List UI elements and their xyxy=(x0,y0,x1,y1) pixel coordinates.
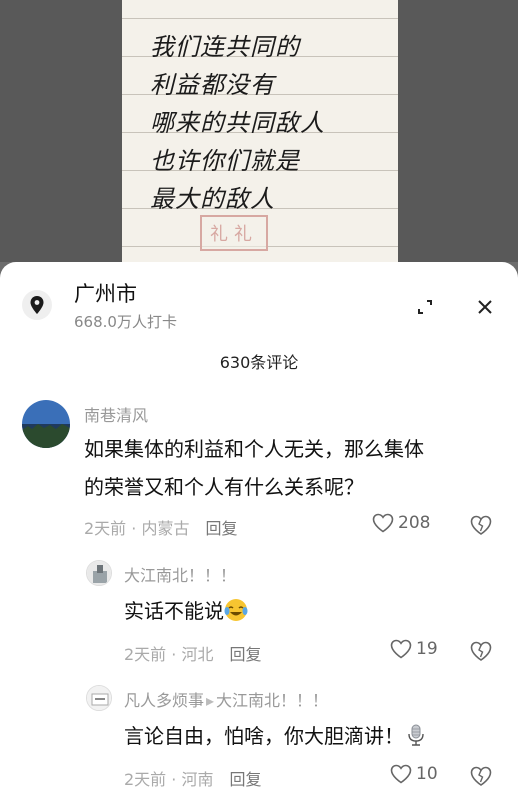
reply-arrow-icon: ▸ xyxy=(206,691,215,710)
comment-region: 河南 xyxy=(181,770,214,789)
note-line: 也许你们就是 xyxy=(150,147,300,175)
comment-time: 2天前 xyxy=(124,645,167,664)
like-count: 208 xyxy=(398,513,431,533)
video-background-image: 我们连共同的 利益都没有 哪来的共同敌人 也许你们就是 最大的敌人 礼礼 xyxy=(0,0,518,262)
broken-heart-icon[interactable] xyxy=(470,640,492,662)
broken-heart-icon[interactable] xyxy=(470,514,492,536)
like-count: 10 xyxy=(416,764,438,784)
handwritten-note: 我们连共同的 利益都没有 哪来的共同敌人 也许你们就是 最大的敌人 xyxy=(150,28,390,218)
comment-meta: 2天前 · 河南 回复 xyxy=(124,770,262,789)
heart-icon xyxy=(390,639,412,659)
microphone-emoji xyxy=(408,724,424,746)
comment-sheet: 广州市 668.0万人打卡 630条评论 南巷清风 如果集体的利益和个人无关，那… xyxy=(0,262,518,800)
like-button[interactable]: 19 xyxy=(390,639,438,659)
comment-username: 凡人多烦事 ▸ 大江南北！！！ xyxy=(124,687,328,711)
close-icon[interactable] xyxy=(472,294,498,320)
comment-region: 河北 xyxy=(181,645,214,664)
heart-icon xyxy=(372,513,394,533)
note-line: 最大的敌人 xyxy=(150,185,275,213)
comment-text: 实话不能说 xyxy=(124,592,248,630)
comment-meta: 2天前 · 河北 回复 xyxy=(124,645,262,664)
comment-username[interactable]: 大江南北！！！ xyxy=(124,562,236,586)
comment-region: 内蒙古 xyxy=(141,519,190,538)
avatar[interactable] xyxy=(86,560,112,586)
location-pin-icon xyxy=(22,290,52,320)
note-line: 我们连共同的 xyxy=(150,33,300,61)
comment-username[interactable]: 南巷清风 xyxy=(84,402,148,426)
avatar[interactable] xyxy=(86,685,112,711)
comment-text: 如果集体的利益和个人无关，那么集体 xyxy=(84,437,424,461)
comment-meta: 2天前 · 内蒙古 回复 xyxy=(84,519,238,538)
comment-text: 言论自由，怕啥，你大胆滴讲！ xyxy=(124,717,428,755)
like-count: 19 xyxy=(416,639,438,659)
reply-comment-item: 大江南北！！！ 实话不能说 2天前 · 河北 回复 19 xyxy=(0,552,518,672)
reply-button[interactable]: 回复 xyxy=(229,645,261,664)
comment-time: 2天前 xyxy=(84,519,127,538)
comment-item: 南巷清风 如果集体的利益和个人无关，那么集体 的荣誉又和个人有什么关系呢？ 2天… xyxy=(0,396,518,546)
location-title: 广州市 xyxy=(74,282,137,306)
expand-icon[interactable] xyxy=(412,294,438,320)
reply-button[interactable]: 回复 xyxy=(205,519,237,538)
reply-target-username[interactable]: 大江南北！！！ xyxy=(216,691,328,710)
like-button[interactable]: 208 xyxy=(372,513,430,533)
broken-heart-icon[interactable] xyxy=(470,765,492,787)
checkin-count: 668.0万人打卡 xyxy=(74,313,177,331)
note-line: 哪来的共同敌人 xyxy=(150,109,325,137)
reply-comment-item: 凡人多烦事 ▸ 大江南北！！！ 言论自由，怕啥，你大胆滴讲！ 2天前 · 河南 回复 … xyxy=(0,677,518,800)
red-seal-stamp: 礼礼 xyxy=(200,215,268,251)
comment-time: 2天前 xyxy=(124,770,167,789)
like-button[interactable]: 10 xyxy=(390,764,438,784)
comment-username[interactable]: 凡人多烦事 xyxy=(124,691,204,710)
note-line: 利益都没有 xyxy=(150,71,275,99)
comment-text: 的荣誉又和个人有什么关系呢？ xyxy=(84,475,364,499)
heart-icon xyxy=(390,764,412,784)
reply-button[interactable]: 回复 xyxy=(229,770,261,789)
laughing-crying-emoji xyxy=(224,599,248,621)
avatar[interactable] xyxy=(22,400,70,448)
comments-count-title: 630条评论 xyxy=(219,353,299,372)
